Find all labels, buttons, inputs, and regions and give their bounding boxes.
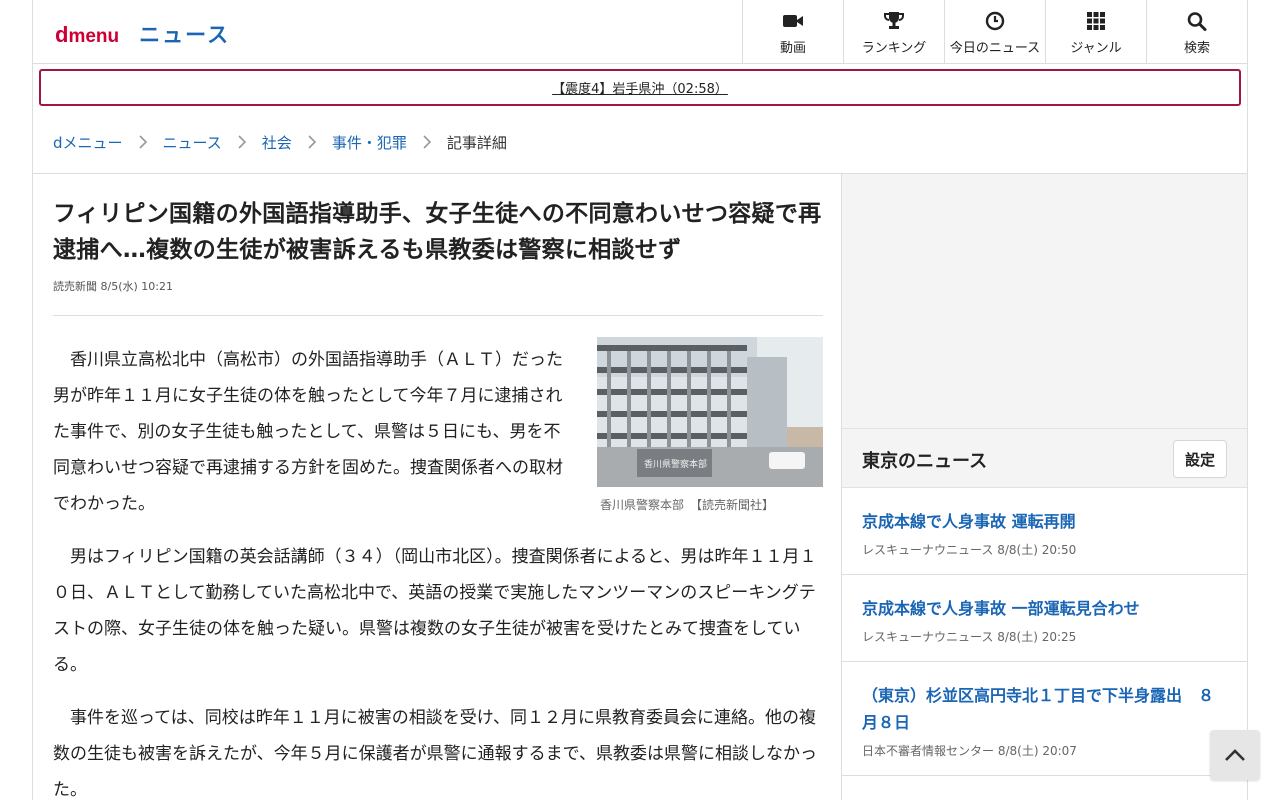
article-paragraph-3: 事件を巡っては、同校は昨年１１月に被害の相談を受け、同１２月に県教育委員会に連絡…	[53, 708, 817, 800]
news-item[interactable]: 京成本線で人身事故 一部運転見合わせ レスキューナウニュース 8/8(土) 20…	[842, 575, 1247, 662]
nav-today[interactable]: 今日のニュース	[944, 0, 1045, 63]
section-title[interactable]: ニュース	[139, 19, 230, 49]
nav-video-label: 動画	[779, 41, 806, 56]
search-icon	[1187, 12, 1207, 31]
chevron-right-icon	[292, 134, 332, 150]
news-item[interactable]: 京成本線で人身事故 運転再開 レスキューナウニュース 8/8(土) 20:50	[842, 488, 1247, 575]
chevron-right-icon	[123, 134, 163, 150]
news-item-date: 8/8(土) 20:07	[997, 744, 1077, 758]
earthquake-alert[interactable]: 【震度4】岩手県沖（02:58）	[39, 69, 1241, 106]
article: フィリピン国籍の外国語指導助手、女子生徒への不同意わいせつ容疑で再逮捕へ…複数の…	[53, 174, 823, 800]
header-nav: 動画 ランキング 今日のニュース ジャンル 検索	[742, 0, 1247, 63]
news-item-source: 日本不審者情報センター	[862, 744, 995, 758]
ad-slot	[842, 174, 1247, 428]
article-paragraph-2: 男はフィリピン国籍の英会話講師（３４）（岡山市北区）。捜査関係者によると、男は昨…	[53, 547, 817, 675]
chevron-up-icon	[1225, 749, 1245, 761]
article-meta: 読売新聞 8/5(水) 10:21	[53, 278, 823, 294]
settings-button[interactable]: 設定	[1173, 440, 1227, 478]
nav-video[interactable]: 動画	[742, 0, 843, 63]
photo-sign-text: 香川県警察本部	[644, 458, 707, 470]
nav-today-label: 今日のニュース	[949, 41, 1041, 56]
chevron-right-icon	[407, 134, 447, 150]
alert-link[interactable]: 【震度4】岩手県沖（02:58）	[552, 78, 728, 97]
article-photo[interactable]: 香川県警察本部	[597, 337, 823, 487]
title-rule	[53, 315, 823, 316]
video-camera-icon	[783, 15, 803, 27]
local-news-header: 東京のニュース 設定	[842, 428, 1247, 488]
nav-ranking-label: ランキング	[861, 41, 927, 56]
site-header: d menu ニュース 動画 ランキング 今日のニュース ジャンル 検索	[33, 0, 1247, 64]
article-title: フィリピン国籍の外国語指導助手、女子生徒への不同意わいせつ容疑で再逮捕へ…複数の…	[53, 201, 822, 263]
page-frame: d menu ニュース 動画 ランキング 今日のニュース ジャンル 検索 【震度…	[32, 0, 1248, 800]
clock-icon	[985, 11, 1005, 31]
news-item-source: レスキューナウニュース	[862, 543, 994, 557]
article-source[interactable]: 読売新聞	[53, 280, 97, 293]
news-item-title[interactable]: 京成本線で人身事故 運転再開	[862, 508, 1227, 535]
news-item-meta: レスキューナウニュース 8/8(土) 20:50	[862, 541, 1227, 558]
logo-menu: menu	[68, 26, 120, 47]
nav-search[interactable]: 検索	[1146, 0, 1247, 63]
nav-ranking[interactable]: ランキング	[843, 0, 944, 63]
article-date: 8/5(水) 10:21	[100, 280, 173, 293]
news-item[interactable]: （東京）杉並区高円寺北１丁目で下半身露出 ８月８日 日本不審者情報センター 8/…	[842, 662, 1247, 776]
dmenu-logo[interactable]: d menu ニュース	[55, 19, 230, 49]
news-item-meta: 日本不審者情報センター 8/8(土) 20:07	[862, 742, 1227, 759]
breadcrumb-news[interactable]: ニュース	[163, 132, 222, 153]
breadcrumb-dmenu[interactable]: dメニュー	[53, 132, 123, 153]
grid-icon	[1087, 12, 1105, 30]
news-item-date: 8/8(土) 20:25	[997, 630, 1077, 644]
breadcrumb-crime[interactable]: 事件・犯罪	[332, 132, 407, 153]
local-news-title: 東京のニュース	[862, 451, 988, 472]
chevron-right-icon	[222, 134, 262, 150]
scroll-to-top-button[interactable]	[1210, 730, 1260, 780]
article-paragraph-1: 香川県立高松北中（高松市）の外国語指導助手（ＡＬＴ）だった男が昨年１１月に女子生…	[53, 350, 563, 514]
breadcrumb: dメニュー ニュース 社会 事件・犯罪 記事詳細	[53, 130, 507, 154]
photo-caption: 香川県警察本部 【読売新聞社】	[600, 498, 775, 512]
trophy-icon	[884, 12, 904, 29]
article-figure: 香川県警察本部 香川県警察本部 【読売新聞社】	[597, 337, 823, 513]
logo-d: d	[55, 22, 69, 47]
nav-genre-label: ジャンル	[1070, 41, 1122, 56]
news-item-source: レスキューナウニュース	[862, 630, 994, 644]
nav-search-label: 検索	[1183, 41, 1210, 56]
breadcrumb-current: 記事詳細	[446, 133, 507, 152]
news-item-meta: レスキューナウニュース 8/8(土) 20:25	[862, 628, 1227, 645]
news-item-title[interactable]: （東京）杉並区高円寺北１丁目で下半身露出 ８月８日	[862, 682, 1227, 736]
news-item-date: 8/8(土) 20:50	[997, 543, 1077, 557]
nav-genre[interactable]: ジャンル	[1045, 0, 1146, 63]
news-item-title[interactable]: 京成本線で人身事故 一部運転見合わせ	[862, 595, 1227, 622]
breadcrumb-society[interactable]: 社会	[262, 132, 292, 153]
local-news-panel: 東京のニュース 設定 京成本線で人身事故 運転再開 レスキューナウニュース 8/…	[842, 428, 1247, 776]
